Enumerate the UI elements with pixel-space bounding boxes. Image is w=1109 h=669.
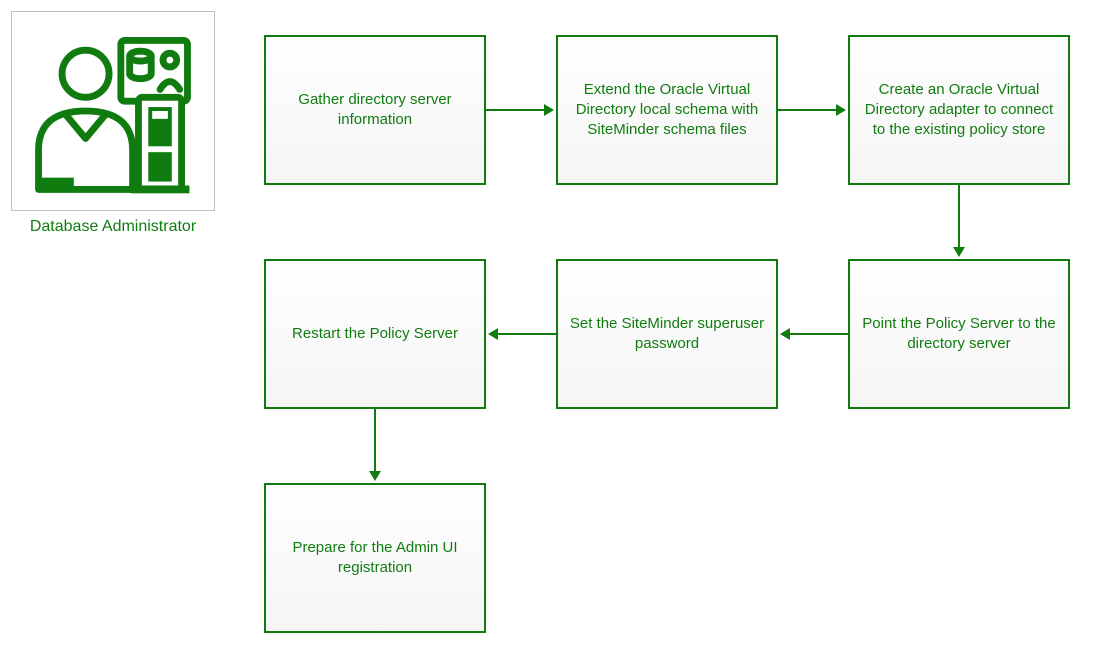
step-text: Restart the Policy Server — [292, 324, 458, 344]
step-extend-schema: Extend the Oracle Virtual Directory loca… — [556, 35, 778, 185]
arrow-head-icon — [369, 471, 381, 481]
flow-diagram: Database Administrator Gather directory … — [0, 0, 1109, 669]
arrow-head-icon — [488, 328, 498, 340]
step-point-policy-server: Point the Policy Server to the directory… — [848, 259, 1070, 409]
arrow-head-icon — [953, 247, 965, 257]
step-create-adapter: Create an Oracle Virtual Directory adapt… — [848, 35, 1070, 185]
step-set-superuser-password: Set the SiteMinder superuser password — [556, 259, 778, 409]
step-text: Prepare for the Admin UI registration — [274, 538, 476, 579]
arrow-head-icon — [780, 328, 790, 340]
actor-box — [11, 11, 215, 211]
step-gather-info: Gather directory server information — [264, 35, 486, 185]
step-text: Create an Oracle Virtual Directory adapt… — [858, 80, 1060, 141]
arrow — [498, 333, 556, 335]
step-prepare-admin-ui: Prepare for the Admin UI registration — [264, 483, 486, 633]
arrow — [374, 409, 376, 471]
actor-label-text: Database Administrator — [30, 218, 196, 235]
step-text: Gather directory server information — [274, 90, 476, 131]
arrow — [486, 109, 544, 111]
database-administrator-icon — [13, 13, 213, 209]
step-restart-policy-server: Restart the Policy Server — [264, 259, 486, 409]
arrow-head-icon — [544, 104, 554, 116]
arrow — [958, 185, 960, 247]
step-text: Point the Policy Server to the directory… — [858, 314, 1060, 355]
actor-label: Database Administrator — [3, 218, 223, 236]
arrow — [790, 333, 848, 335]
arrow-head-icon — [836, 104, 846, 116]
step-text: Set the SiteMinder superuser password — [566, 314, 768, 355]
step-text: Extend the Oracle Virtual Directory loca… — [566, 80, 768, 141]
arrow — [778, 109, 836, 111]
